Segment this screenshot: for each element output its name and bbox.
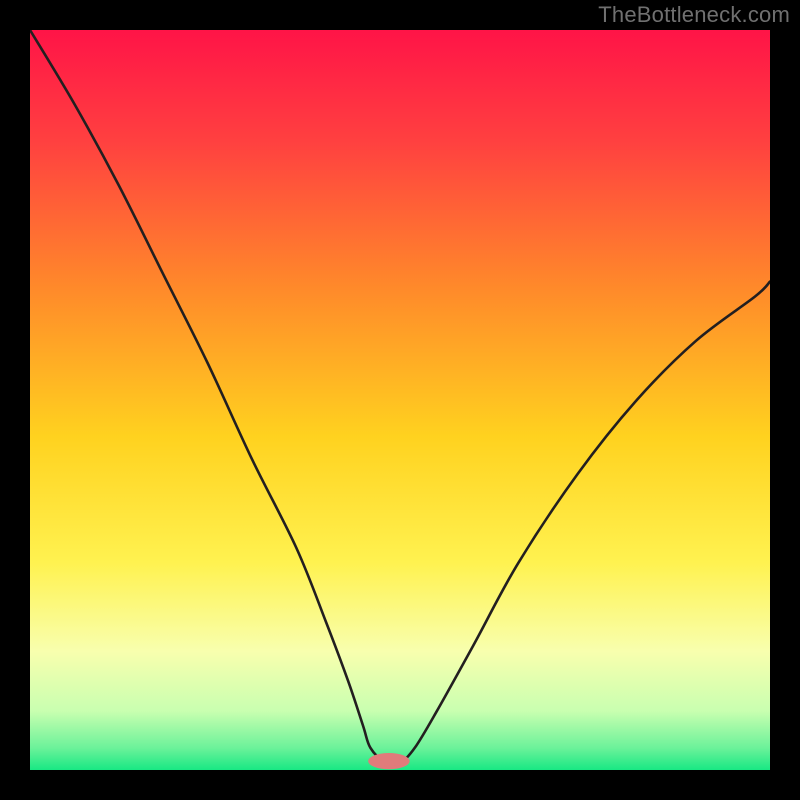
gradient-background [30,30,770,770]
plot-area [30,30,770,770]
optimal-marker [368,753,409,769]
watermark-text: TheBottleneck.com [598,2,790,28]
chart-frame: TheBottleneck.com [0,0,800,800]
bottleneck-chart [30,30,770,770]
